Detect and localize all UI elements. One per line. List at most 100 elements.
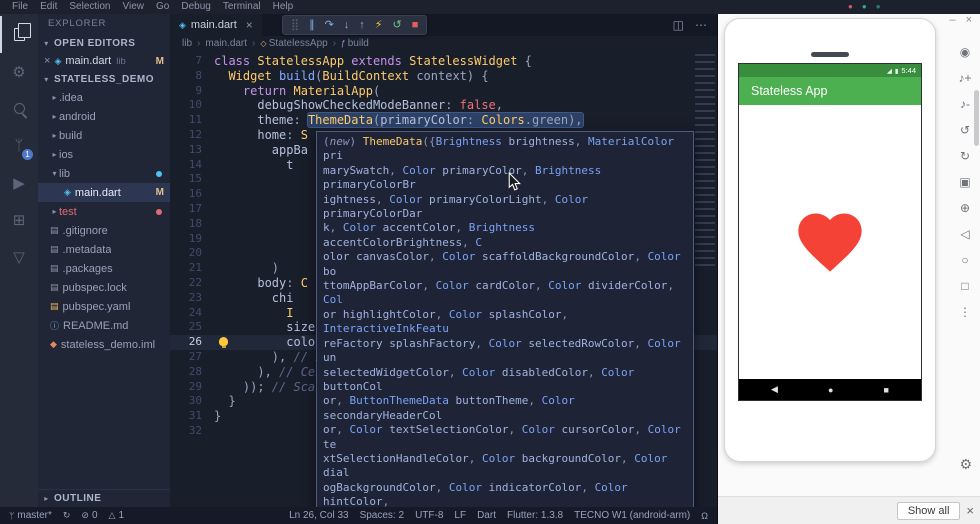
close-notification-icon[interactable]: × bbox=[966, 503, 974, 518]
debug-step-out-icon[interactable]: ↑ bbox=[354, 16, 370, 34]
folder-android[interactable]: ▸android bbox=[38, 107, 170, 126]
nav-back-button[interactable]: ◀ bbox=[771, 384, 778, 395]
nav-home-button[interactable]: ● bbox=[828, 385, 833, 395]
emu-rotate-right-icon[interactable]: ↻ bbox=[960, 148, 970, 164]
file-stateless-demo-iml[interactable]: ◆stateless_demo.iml bbox=[38, 335, 170, 354]
emu-overview-icon[interactable]: □ bbox=[961, 278, 968, 294]
line-number[interactable]: 15 bbox=[170, 172, 214, 187]
menu-go[interactable]: Go bbox=[150, 0, 175, 14]
debug-restart-icon[interactable]: ↺ bbox=[388, 16, 407, 34]
line-number[interactable]: 21 bbox=[170, 261, 214, 276]
line-number[interactable]: 23 bbox=[170, 291, 214, 306]
emulator-settings-icon[interactable]: ⚙ bbox=[959, 456, 972, 473]
menu-terminal[interactable]: Terminal bbox=[217, 0, 267, 14]
open-editor-item[interactable]: ×◈main.dartlibM bbox=[38, 52, 170, 70]
line-number[interactable]: 20 bbox=[170, 246, 214, 261]
minimap[interactable] bbox=[695, 54, 715, 269]
file--metadata[interactable]: ▤.metadata bbox=[38, 240, 170, 259]
breadcrumb-statelessapp[interactable]: ◇ StatelessApp bbox=[260, 38, 327, 49]
file--gitignore[interactable]: ▤.gitignore bbox=[38, 221, 170, 240]
line-number[interactable]: 25 bbox=[170, 320, 214, 335]
emulator-minimize-icon[interactable]: – bbox=[949, 14, 955, 26]
project-header[interactable]: ▾ STATELESS_DEMO bbox=[38, 70, 170, 88]
line-number[interactable]: 13 bbox=[170, 143, 214, 158]
show-all-button[interactable]: Show all bbox=[897, 502, 961, 520]
file-pubspec-yaml[interactable]: ▤pubspec.yaml bbox=[38, 297, 170, 316]
folder-lib[interactable]: ▾lib bbox=[38, 164, 170, 183]
status-cursor-position[interactable]: Ln 26, Col 33 bbox=[289, 510, 349, 521]
line-number[interactable]: 24 bbox=[170, 306, 214, 321]
emu-rotate-left-icon[interactable]: ↺ bbox=[960, 122, 970, 138]
file-pubspec-lock[interactable]: ▤pubspec.lock bbox=[38, 278, 170, 297]
line-number[interactable]: 31 bbox=[170, 409, 214, 424]
folder-build[interactable]: ▸build bbox=[38, 126, 170, 145]
open-editors-header[interactable]: ▾ OPEN EDITORS bbox=[38, 34, 170, 52]
code-area[interactable]: 7class StatelessApp extends StatelessWid… bbox=[170, 51, 717, 507]
tray-record-icon[interactable]: ● bbox=[848, 1, 853, 12]
line-number[interactable]: 18 bbox=[170, 217, 214, 232]
line-number[interactable]: 27 bbox=[170, 350, 214, 365]
emu-volume-up-icon[interactable]: ♪+ bbox=[958, 70, 971, 86]
folder-ios[interactable]: ▸ios bbox=[38, 145, 170, 164]
emu-more-icon[interactable]: ⋮ bbox=[959, 304, 971, 320]
tab-main-dart[interactable]: ◈ main.dart × bbox=[170, 14, 262, 36]
breadcrumb-lib[interactable]: lib bbox=[182, 38, 192, 49]
close-tab-icon[interactable]: × bbox=[246, 18, 253, 32]
folder--idea[interactable]: ▸.idea bbox=[38, 88, 170, 107]
file--packages[interactable]: ▤.packages bbox=[38, 259, 170, 278]
line-number[interactable]: 11 bbox=[170, 113, 214, 128]
emu-screenshot-icon[interactable]: ▣ bbox=[959, 174, 970, 190]
status-errors[interactable]: ⊘0 bbox=[81, 510, 97, 521]
emu-home-icon[interactable]: ○ bbox=[961, 252, 968, 268]
breadcrumb-build[interactable]: ƒ build bbox=[341, 38, 369, 49]
line-number[interactable]: 22 bbox=[170, 276, 214, 291]
status-branch[interactable]: ᛘmaster* bbox=[9, 510, 52, 521]
menu-edit[interactable]: Edit bbox=[34, 0, 63, 14]
code-line-8[interactable]: 8 Widget build(BuildContext context) { bbox=[170, 69, 717, 84]
line-number[interactable]: 32 bbox=[170, 424, 214, 439]
menu-view[interactable]: View bbox=[117, 0, 151, 14]
tray-status-icon[interactable]: ● bbox=[876, 1, 881, 12]
activity-debug[interactable]: ▶ bbox=[0, 164, 38, 201]
line-number[interactable]: 14 bbox=[170, 158, 214, 173]
status-flutter-version[interactable]: Flutter: 1.3.8 bbox=[507, 510, 563, 521]
emu-zoom-icon[interactable]: ⊕ bbox=[960, 200, 970, 216]
menu-help[interactable]: Help bbox=[267, 0, 300, 14]
status-indentation[interactable]: Spaces: 2 bbox=[360, 510, 404, 521]
emu-volume-down-icon[interactable]: ♪- bbox=[960, 96, 970, 112]
status-device[interactable]: TECNO W1 (android-arm) bbox=[574, 510, 690, 521]
line-number[interactable]: 26 bbox=[170, 335, 214, 350]
activity-test[interactable]: ▽ bbox=[0, 238, 38, 275]
more-actions-icon[interactable]: ⋯ bbox=[695, 18, 707, 32]
debug-step-into-icon[interactable]: ↓ bbox=[339, 16, 355, 34]
line-number[interactable]: 28 bbox=[170, 365, 214, 380]
line-number[interactable]: 29 bbox=[170, 380, 214, 395]
status-eol[interactable]: LF bbox=[454, 510, 466, 521]
line-number[interactable]: 7 bbox=[170, 54, 214, 69]
status-sync[interactable]: ↻ bbox=[63, 510, 71, 521]
code-line-7[interactable]: 7class StatelessApp extends StatelessWid… bbox=[170, 54, 717, 69]
activity-source-control[interactable]: ᛘ1 bbox=[0, 127, 38, 164]
status-language[interactable]: Dart bbox=[477, 510, 496, 521]
nav-recents-button[interactable]: ■ bbox=[884, 385, 889, 395]
emu-power-icon[interactable]: ◉ bbox=[960, 44, 970, 60]
debug-step-over-icon[interactable]: ↷ bbox=[320, 16, 339, 34]
split-editor-icon[interactable]: ◫ bbox=[673, 18, 684, 32]
code-line-10[interactable]: 10 debugShowCheckedModeBanner: false, bbox=[170, 98, 717, 113]
status-encoding[interactable]: UTF-8 bbox=[415, 510, 443, 521]
line-number[interactable]: 10 bbox=[170, 98, 214, 113]
file-main-dart[interactable]: ◈main.dartM bbox=[38, 183, 170, 202]
outline-header[interactable]: ▸ OUTLINE bbox=[38, 489, 170, 507]
code-line-9[interactable]: 9 return MaterialApp( bbox=[170, 84, 717, 99]
debug-hot-reload-icon[interactable]: ⚡ bbox=[370, 16, 388, 34]
emu-back-icon[interactable]: ◁ bbox=[960, 226, 969, 242]
breadcrumb-main-dart[interactable]: main.dart bbox=[205, 38, 247, 49]
code-line-11[interactable]: 11 theme: ThemeData(primaryColor: Colors… bbox=[170, 113, 717, 128]
menu-file[interactable]: File bbox=[6, 0, 34, 14]
activity-search[interactable] bbox=[0, 90, 38, 127]
folder-test[interactable]: ▸test bbox=[38, 202, 170, 221]
debug-pause-icon[interactable]: ∥ bbox=[304, 16, 320, 34]
line-number[interactable]: 17 bbox=[170, 202, 214, 217]
lightbulb-icon[interactable] bbox=[219, 337, 228, 346]
phone-screen[interactable]: ◢▮ 5:44 Stateless App ◀●■ bbox=[738, 63, 922, 401]
